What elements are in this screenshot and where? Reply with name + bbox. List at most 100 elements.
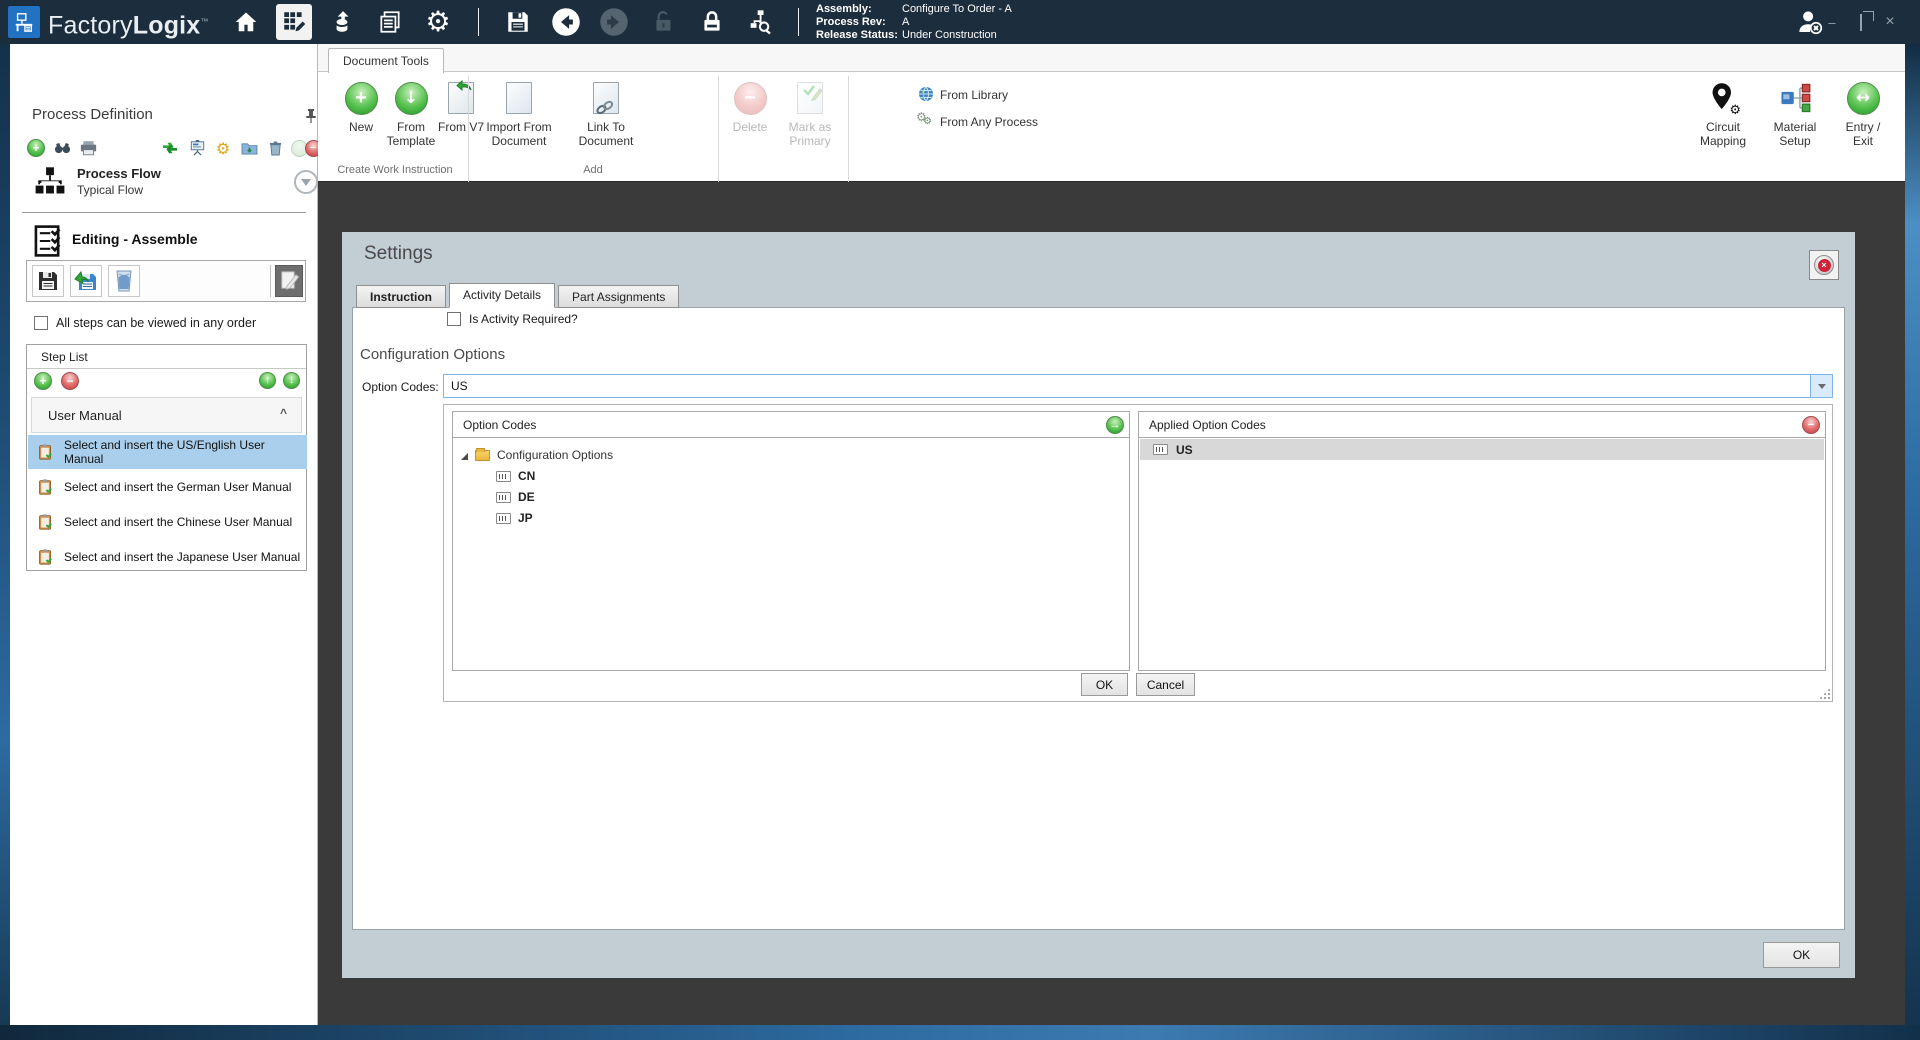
- restore-button[interactable]: [1853, 15, 1869, 30]
- tab-instruction[interactable]: Instruction: [356, 285, 446, 308]
- tree-root-row[interactable]: Configuration Options: [461, 448, 613, 462]
- home-icon[interactable]: [228, 4, 264, 40]
- step-item-4[interactable]: Select and insert the Japanese User Manu…: [28, 540, 307, 574]
- gears-icon: ⚙ ⚙: [918, 114, 934, 130]
- add-icon[interactable]: +: [26, 138, 46, 158]
- remove-option-icon[interactable]: −: [1802, 416, 1820, 434]
- step-group-header[interactable]: User Manual ^: [31, 397, 302, 433]
- board-icon[interactable]: [187, 138, 207, 158]
- is-activity-required-checkbox[interactable]: [447, 312, 461, 326]
- toolbar-separator: [270, 265, 271, 297]
- titlebar-separator: [478, 8, 479, 36]
- step-list-toolbar: + − ↑ ↓: [27, 369, 306, 393]
- expand-flow-icon[interactable]: [294, 170, 318, 194]
- context-info: Assembly:Configure To Order - A Process …: [816, 3, 1012, 42]
- from-library-button[interactable]: From Library: [918, 84, 1068, 106]
- delete-draft-icon[interactable]: [108, 265, 140, 297]
- is-activity-required-option: Is Activity Required?: [447, 312, 578, 326]
- process-definition-icon[interactable]: [276, 4, 312, 40]
- divider: [22, 212, 306, 213]
- tree-root-label: Configuration Options: [497, 448, 613, 462]
- tree-item-de[interactable]: DE: [496, 490, 535, 504]
- applied-item-us[interactable]: US: [1140, 439, 1824, 460]
- cancel-button[interactable]: Cancel: [1136, 673, 1195, 696]
- apply-option-icon[interactable]: →: [1106, 416, 1124, 434]
- import-from-document-button[interactable]: Import From Document: [476, 78, 562, 156]
- save-as-icon[interactable]: [70, 265, 102, 297]
- gear-yellow-icon[interactable]: ⚙: [213, 138, 233, 158]
- process-search-icon[interactable]: [742, 4, 778, 40]
- dialog-title: Settings: [364, 243, 433, 265]
- find-icon[interactable]: [52, 138, 72, 158]
- tree-item-cn[interactable]: CN: [496, 469, 535, 483]
- export-step-icon[interactable]: [239, 138, 259, 158]
- application-window: FactoryLogix™ ⚙: [0, 0, 1920, 1040]
- production-icon[interactable]: [324, 4, 360, 40]
- process-flow-subtitle: Typical Flow: [77, 183, 143, 197]
- collapse-icon: ^: [280, 406, 287, 420]
- step-item-3[interactable]: Select and insert the Chinese User Manua…: [28, 505, 307, 539]
- delete-step-icon[interactable]: [265, 138, 285, 158]
- from-v7-icon: [448, 78, 474, 118]
- ok-button[interactable]: OK: [1081, 673, 1128, 696]
- step-item-2[interactable]: Select and insert the German User Manual: [28, 470, 307, 504]
- close-icon: ×: [1814, 255, 1834, 275]
- dialog-close-button[interactable]: ×: [1809, 250, 1839, 280]
- bottom-ok-button[interactable]: OK: [1763, 942, 1840, 968]
- globe-icon: [918, 86, 934, 105]
- back-icon[interactable]: [548, 4, 584, 40]
- option-code-icon: [496, 513, 511, 524]
- pin-icon[interactable]: [304, 108, 318, 127]
- tab-part-assignments[interactable]: Part Assignments: [558, 285, 679, 308]
- user-logout-icon[interactable]: [1792, 4, 1828, 40]
- process-flow-row[interactable]: Process Flow Typical Flow: [10, 164, 318, 210]
- option-code-icon: [496, 492, 511, 503]
- settings-dialog: Settings × Instruction Activity Details …: [342, 232, 1855, 978]
- mark-as-primary-button: Mark as Primary: [778, 78, 842, 156]
- configuration-groupbox: Option Codes → Configuration Options CN: [443, 404, 1833, 702]
- circuit-mapping-button[interactable]: ⚙ Circuit Mapping: [1688, 78, 1758, 156]
- panel-title: Process Definition: [32, 106, 153, 123]
- applied-option-codes-pane: Applied Option Codes − US: [1138, 411, 1826, 671]
- process-rev-value: A: [902, 16, 909, 29]
- mark-primary-icon: [797, 78, 823, 118]
- step-item-label: Select and insert the Japanese User Manu…: [64, 550, 300, 564]
- print-icon[interactable]: [78, 138, 98, 158]
- editing-title: Editing - Assemble: [72, 231, 198, 247]
- entry-exit-button[interactable]: ↔ Entry / Exit: [1832, 78, 1894, 156]
- ribbon-tab-row: Document Tools: [318, 44, 1905, 72]
- link-to-document-button[interactable]: Link To Document: [566, 78, 646, 156]
- dialog-tabs: Instruction Activity Details Part Assign…: [356, 283, 682, 308]
- from-any-process-button[interactable]: ⚙ ⚙ From Any Process: [918, 111, 1068, 133]
- view-order-option: All steps can be viewed in any order: [34, 316, 256, 330]
- release-status-label: Release Status:: [816, 29, 902, 42]
- tab-document-tools[interactable]: Document Tools: [328, 48, 444, 73]
- edit-instruction-icon[interactable]: [275, 265, 303, 297]
- remove-step-icon[interactable]: −: [61, 372, 79, 390]
- documents-icon[interactable]: [372, 4, 408, 40]
- process-flow-title: Process Flow: [77, 166, 161, 181]
- add-step-icon[interactable]: +: [34, 372, 52, 390]
- chevron-down-icon[interactable]: [1810, 375, 1832, 397]
- editing-header-row: Editing - Assemble: [10, 224, 318, 258]
- save-step-icon[interactable]: [32, 265, 64, 297]
- material-setup-button[interactable]: Material Setup: [1760, 78, 1830, 156]
- process-rev-label: Process Rev:: [816, 16, 902, 29]
- settings-gear-icon[interactable]: ⚙: [420, 4, 456, 40]
- group-label-add: Add: [468, 164, 718, 176]
- close-button[interactable]: ×: [1882, 13, 1898, 31]
- assembly-label: Assembly:: [816, 3, 902, 16]
- tree-item-jp[interactable]: JP: [496, 511, 533, 525]
- move-down-icon[interactable]: ↓: [283, 372, 300, 389]
- step-item-1[interactable]: Select and insert the US/English User Ma…: [28, 435, 307, 469]
- lock-icon[interactable]: [694, 4, 730, 40]
- link-process-icon[interactable]: [160, 138, 180, 158]
- option-codes-label: Option Codes:: [362, 380, 439, 394]
- save-icon[interactable]: [500, 4, 536, 40]
- view-order-checkbox[interactable]: [34, 316, 48, 330]
- minimize-button[interactable]: –: [1824, 15, 1840, 30]
- tree-expander-icon[interactable]: [461, 453, 468, 460]
- option-codes-combobox[interactable]: US: [443, 374, 1833, 398]
- tab-activity-details[interactable]: Activity Details: [449, 283, 555, 308]
- move-up-icon[interactable]: ↑: [259, 372, 276, 389]
